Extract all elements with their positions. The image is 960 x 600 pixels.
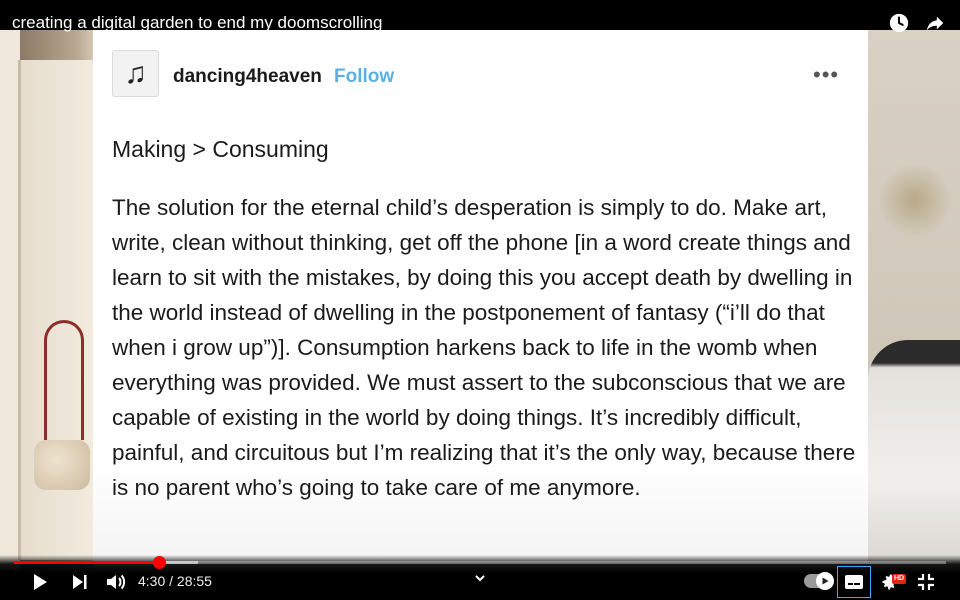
skip-next-icon	[73, 575, 87, 589]
autoplay-toggle[interactable]	[804, 572, 834, 590]
share-icon[interactable]	[924, 12, 946, 34]
post-username[interactable]: dancing4heaven	[173, 66, 322, 88]
autoplay-play-icon	[822, 577, 829, 585]
background-bed	[868, 340, 960, 570]
progress-bar[interactable]	[14, 556, 946, 569]
exit-fullscreen-icon	[918, 574, 934, 590]
play-icon	[34, 574, 47, 590]
user-avatar[interactable]: ♫	[112, 50, 159, 97]
time-display: 4:30 / 28:55	[138, 573, 212, 589]
next-button[interactable]	[70, 571, 90, 593]
background-bag	[34, 440, 90, 490]
play-button[interactable]	[30, 571, 50, 593]
subtitles-icon	[845, 575, 863, 589]
post-heading: Making > Consuming	[112, 136, 329, 162]
background-bag-strap	[44, 320, 84, 440]
watch-later-icon[interactable]	[888, 12, 910, 34]
subtitles-button[interactable]	[837, 566, 871, 598]
progress-played	[14, 561, 160, 564]
background-plant	[880, 160, 950, 240]
tumblr-post-card: ♫ dancing4heaven Follow ••• Making > Con…	[93, 30, 868, 570]
video-title[interactable]: creating a digital garden to end my doom…	[12, 13, 382, 33]
video-frame[interactable]: ♫ dancing4heaven Follow ••• Making > Con…	[0, 0, 960, 600]
autoplay-toggle-knob	[816, 572, 834, 590]
background-door-frame	[0, 30, 20, 570]
volume-button[interactable]	[104, 571, 128, 593]
hd-badge: HD	[892, 574, 907, 584]
volume-icon	[107, 574, 126, 590]
more-options-icon[interactable]: •••	[813, 64, 839, 86]
exit-fullscreen-button[interactable]	[914, 571, 938, 593]
follow-button[interactable]: Follow	[334, 66, 394, 88]
music-note-icon: ♫	[124, 56, 147, 90]
chevron-down-icon[interactable]	[473, 571, 487, 585]
post-body: The solution for the eternal child’s des…	[112, 195, 856, 500]
